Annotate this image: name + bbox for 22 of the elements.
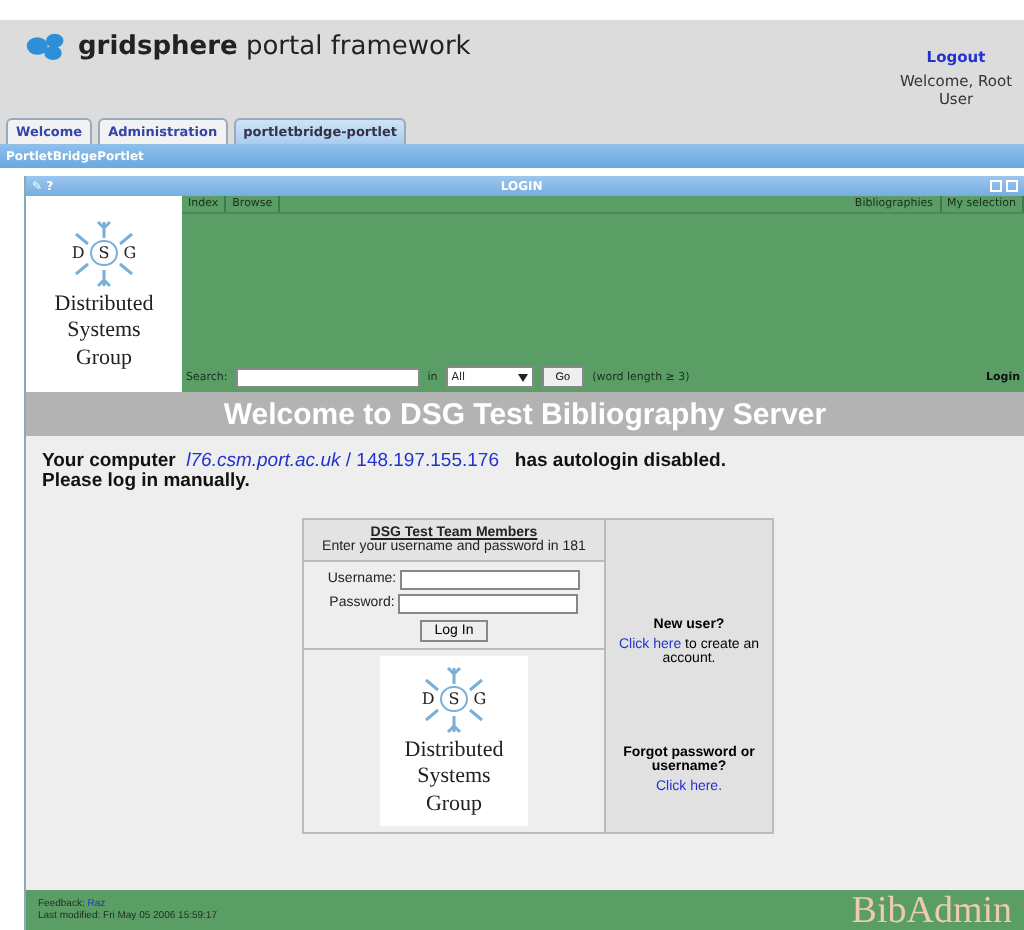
caret-icon bbox=[517, 373, 528, 381]
logo-letter: D bbox=[421, 690, 435, 709]
logo-letter: G bbox=[473, 690, 487, 709]
logo-letter: D bbox=[71, 244, 85, 263]
logo-letter: S bbox=[90, 240, 118, 267]
logo-text: Distributed bbox=[54, 293, 154, 317]
logo-text: Distributed bbox=[404, 739, 504, 763]
portal-title: gridsphere portal framework bbox=[78, 31, 471, 61]
search-field[interactable] bbox=[235, 367, 420, 387]
logo-text: Systems bbox=[67, 320, 141, 344]
welcome-banner: Welcome to DSG Test Bibliography Server bbox=[26, 392, 1024, 436]
logo-letter: S bbox=[440, 686, 468, 713]
logo-text: Group bbox=[75, 347, 133, 371]
logo-text: Group bbox=[425, 793, 483, 818]
username-field[interactable] bbox=[400, 569, 581, 590]
logo-letter: G bbox=[123, 244, 137, 263]
autologin-notice: Your computer l76.csm.port.ac.uk / 148.197.155.176 has autologin disabled. Please log in manually. bbox=[42, 452, 728, 494]
window-controls-icon[interactable] bbox=[990, 180, 1018, 192]
footer-logo: BibAdmin bbox=[851, 891, 1012, 929]
logo-icon bbox=[24, 32, 68, 60]
logo-text: Systems bbox=[417, 766, 491, 790]
password-field[interactable] bbox=[398, 593, 579, 614]
